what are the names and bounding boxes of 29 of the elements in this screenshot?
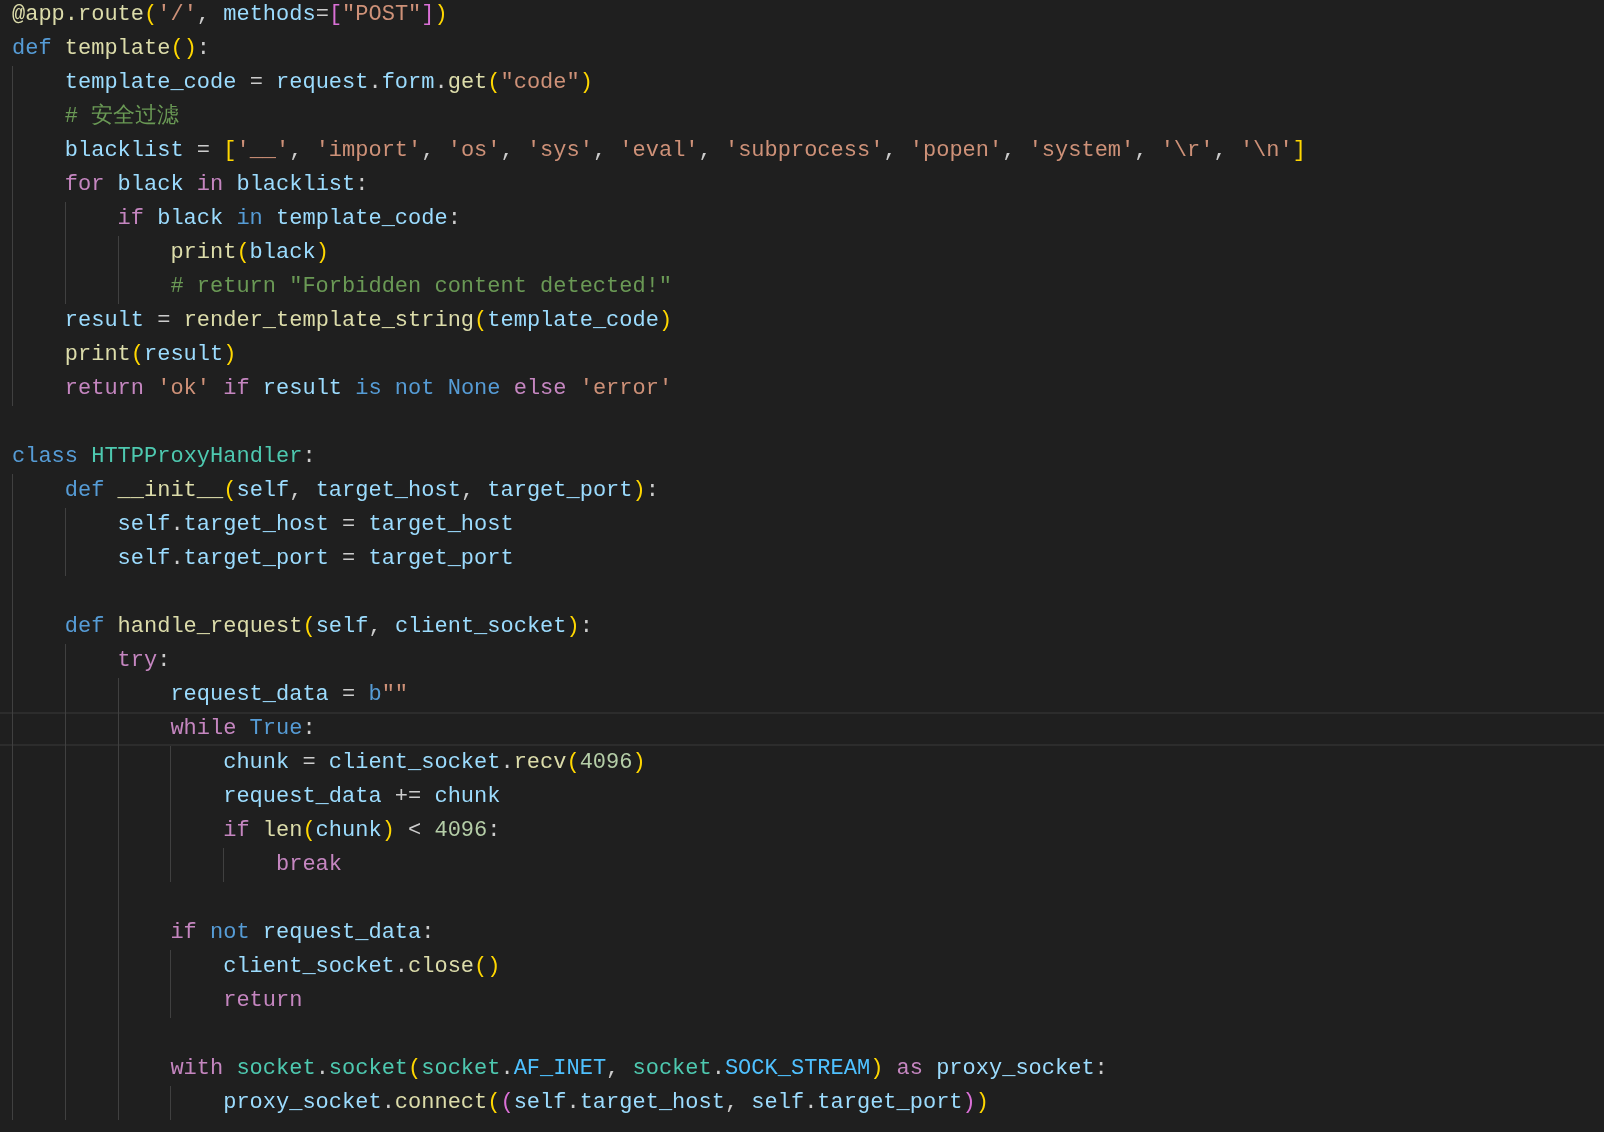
code-line: self.target_port = target_port xyxy=(117,545,514,573)
code-line: client_socket.close() xyxy=(223,953,501,981)
code-line: for black in blacklist: xyxy=(64,171,369,199)
code-line: print(result) xyxy=(64,341,237,369)
code-line: blacklist = ['__', 'import', 'os', 'sys', 'eval', 'subprocess', 'popen', 'system', '\r', '\n'] xyxy=(64,137,1306,165)
code-line: request_data = b"" xyxy=(170,681,409,709)
code-line: def template(): xyxy=(12,35,211,63)
code-line: result = render_template_string(template_code) xyxy=(64,307,673,335)
code-line: proxy_socket.connect((self.target_host, self.target_port)) xyxy=(223,1089,989,1117)
code-line: # return "Forbidden content detected!" xyxy=(170,273,673,301)
code-line: self.target_host = target_host xyxy=(117,511,514,539)
code-line: class HTTPProxyHandler: xyxy=(12,443,316,471)
code-line: if not request_data: xyxy=(170,919,435,947)
code-line: if len(chunk) < 4096: xyxy=(223,817,501,845)
code-line: template_code = request.form.get("code") xyxy=(64,69,593,97)
code-line: while True: xyxy=(170,715,316,743)
code-line: break xyxy=(276,851,342,879)
code-line: return xyxy=(223,987,303,1015)
code-line: def handle_request(self, client_socket): xyxy=(64,613,593,641)
code-line: print(black) xyxy=(170,239,329,267)
code-line: chunk = client_socket.recv(4096) xyxy=(223,749,646,777)
code-line: if black in template_code: xyxy=(117,205,461,233)
code-line: @app.route('/', methods=["POST"]) xyxy=(12,1,448,29)
code-line: # 安全过滤 xyxy=(64,102,180,131)
code-line: try: xyxy=(117,647,171,675)
code-line: with socket.socket(socket.AF_INET, socket.SOCK_STREAM) as proxy_socket: xyxy=(170,1055,1108,1083)
code-line: def __init__(self, target_host, target_port): xyxy=(64,477,659,505)
code-line: return 'ok' if result is not None else 'error' xyxy=(64,375,673,403)
code-line: request_data += chunk xyxy=(223,783,501,811)
